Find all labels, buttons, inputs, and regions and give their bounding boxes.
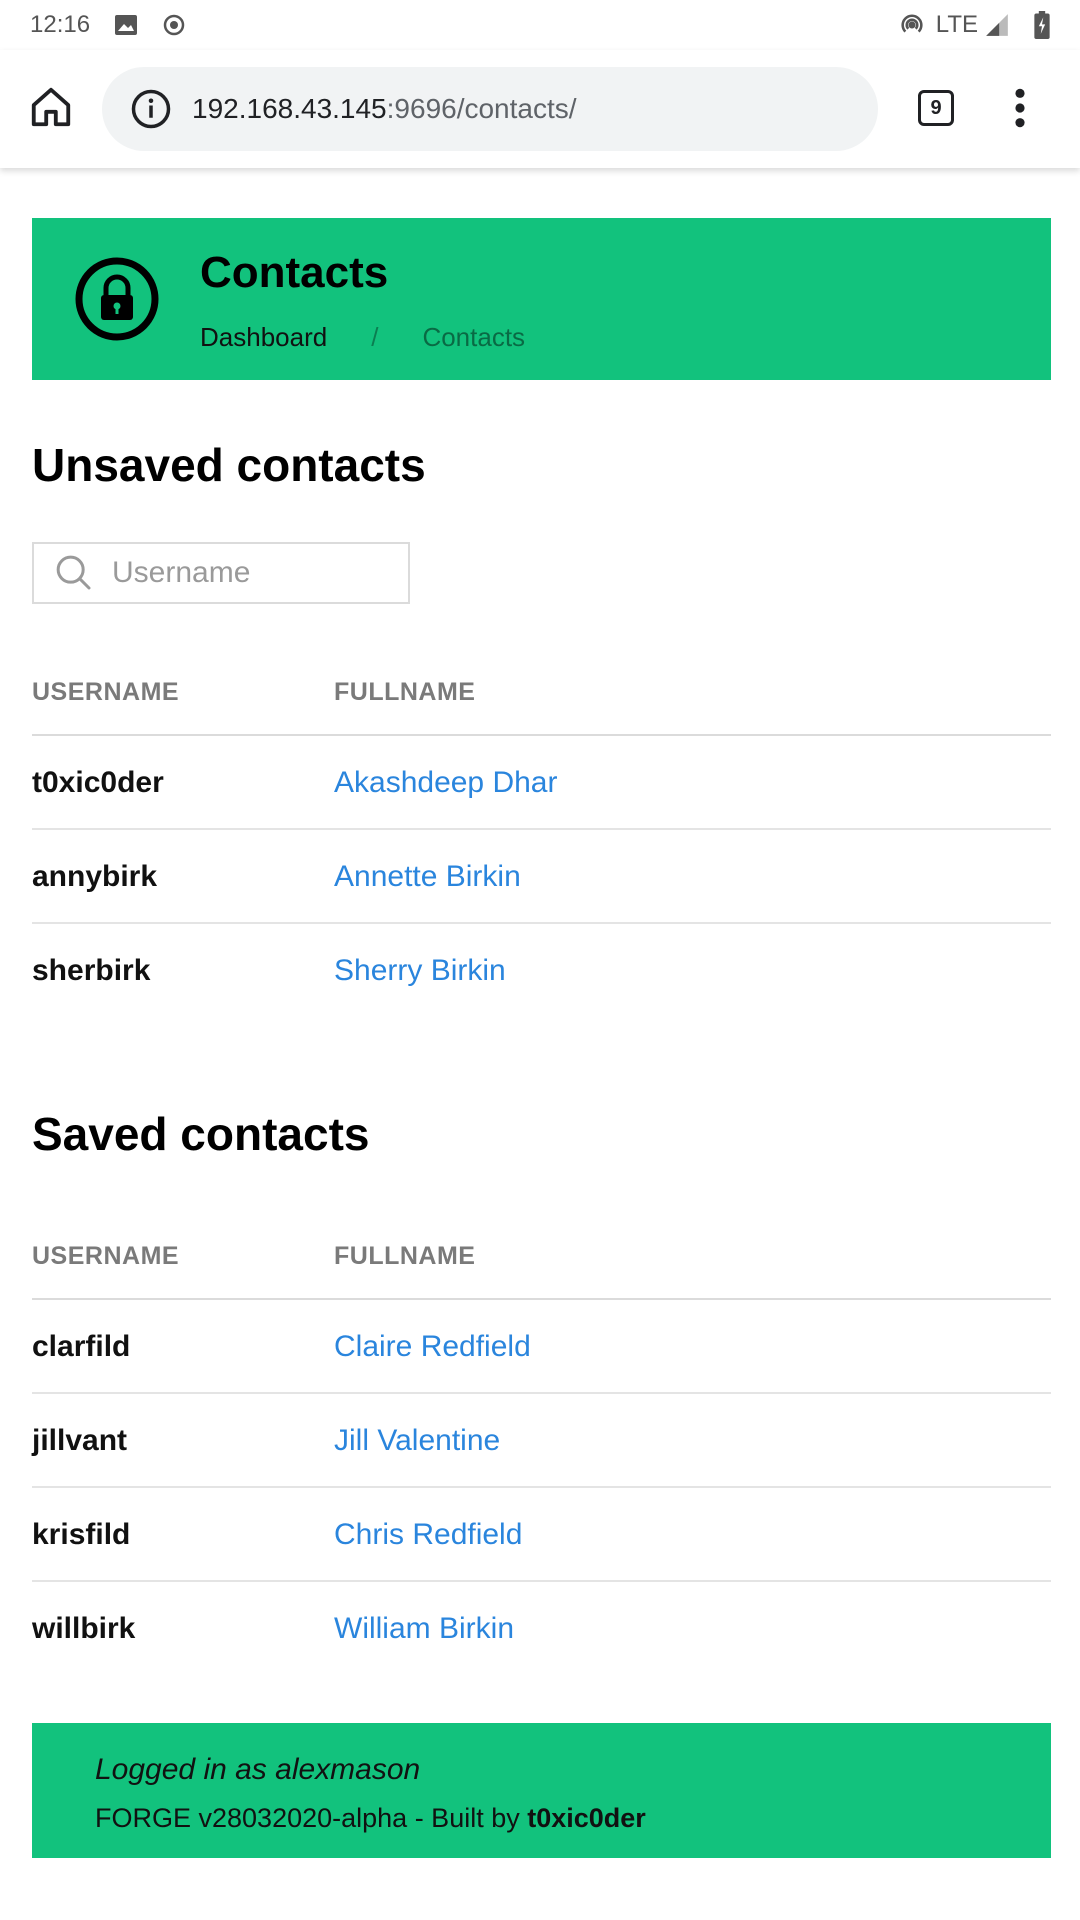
unsaved-contacts-table: USERNAME FULLNAME t0xic0der Akashdeep Dh…	[32, 642, 1051, 1016]
tab-switcher-button[interactable]: 9	[918, 90, 954, 126]
fullname-link[interactable]: Chris Redfield	[334, 1518, 522, 1552]
table-row: sherbirk Sherry Birkin	[32, 924, 1051, 1016]
breadcrumb: Dashboard / Contacts	[200, 322, 525, 353]
hotspot-icon	[898, 11, 926, 39]
username-cell: jillvant	[32, 1424, 128, 1457]
table-row: willbirk William Birkin	[32, 1582, 1051, 1674]
username-cell: annybirk	[32, 860, 158, 893]
status-bar: 12:16 LTE	[0, 0, 1080, 50]
table-row: jillvant Jill Valentine	[32, 1394, 1051, 1488]
browser-toolbar: 192.168.43.145:9696/contacts/ 9	[0, 50, 1080, 168]
column-header-fullname: FULLNAME	[334, 1242, 476, 1270]
search-field[interactable]	[32, 542, 410, 604]
url-path: :9696/contacts/	[386, 93, 577, 124]
fullname-link[interactable]: Annette Birkin	[334, 860, 521, 894]
table-row: krisfild Chris Redfield	[32, 1488, 1051, 1582]
address-bar[interactable]: 192.168.43.145:9696/contacts/	[102, 67, 878, 151]
column-header-username: USERNAME	[32, 1242, 180, 1270]
battery-icon	[1034, 11, 1050, 39]
build-info: FORGE v28032020-alpha - Built by t0xic0d…	[95, 1803, 646, 1834]
fullname-link[interactable]: William Birkin	[334, 1612, 514, 1646]
breadcrumb-separator: /	[371, 322, 379, 352]
image-icon	[114, 13, 138, 37]
breadcrumb-current: Contacts	[422, 322, 526, 352]
record-icon	[162, 13, 186, 37]
page-title: Contacts	[200, 248, 389, 297]
lock-icon	[74, 256, 160, 342]
username-cell: krisfild	[32, 1518, 131, 1551]
status-time: 12:16	[30, 11, 91, 38]
page-header: Contacts Dashboard / Contacts	[32, 218, 1051, 380]
home-icon[interactable]	[28, 84, 74, 130]
build-author: t0xic0der	[527, 1803, 646, 1833]
fullname-link[interactable]: Claire Redfield	[334, 1330, 531, 1364]
info-icon[interactable]	[130, 88, 172, 130]
search-icon	[54, 553, 94, 593]
table-header: USERNAME FULLNAME	[32, 642, 1051, 736]
tab-count: 9	[930, 96, 942, 119]
search-input[interactable]	[110, 555, 384, 591]
unsaved-contacts-heading: Unsaved contacts	[32, 439, 426, 491]
table-row: t0xic0der Akashdeep Dhar	[32, 736, 1051, 830]
network-type: LTE	[935, 11, 978, 38]
fullname-link[interactable]: Akashdeep Dhar	[334, 766, 557, 800]
build-prefix: FORGE v28032020-alpha - Built by	[95, 1803, 528, 1833]
username-cell: t0xic0der	[32, 766, 164, 799]
fullname-link[interactable]: Jill Valentine	[334, 1424, 500, 1458]
breadcrumb-dashboard-link[interactable]: Dashboard	[200, 322, 327, 353]
saved-contacts-heading: Saved contacts	[32, 1108, 370, 1160]
signal-icon	[984, 12, 1010, 38]
url-host: 192.168.43.145	[192, 93, 387, 124]
page-footer: Logged in as alexmason FORGE v28032020-a…	[32, 1723, 1051, 1858]
table-row: clarfild Claire Redfield	[32, 1300, 1051, 1394]
url-text[interactable]: 192.168.43.145:9696/contacts/	[192, 93, 577, 125]
username-cell: willbirk	[32, 1612, 136, 1645]
column-header-fullname: FULLNAME	[334, 678, 476, 706]
column-header-username: USERNAME	[32, 678, 180, 706]
table-row: annybirk Annette Birkin	[32, 830, 1051, 924]
username-cell: clarfild	[32, 1330, 131, 1363]
fullname-link[interactable]: Sherry Birkin	[334, 954, 506, 988]
saved-contacts-table: USERNAME FULLNAME clarfild Claire Redfie…	[32, 1206, 1051, 1674]
table-header: USERNAME FULLNAME	[32, 1206, 1051, 1300]
logged-in-text: Logged in as alexmason	[95, 1753, 421, 1786]
more-vert-icon[interactable]	[1004, 86, 1036, 130]
username-cell: sherbirk	[32, 954, 151, 987]
